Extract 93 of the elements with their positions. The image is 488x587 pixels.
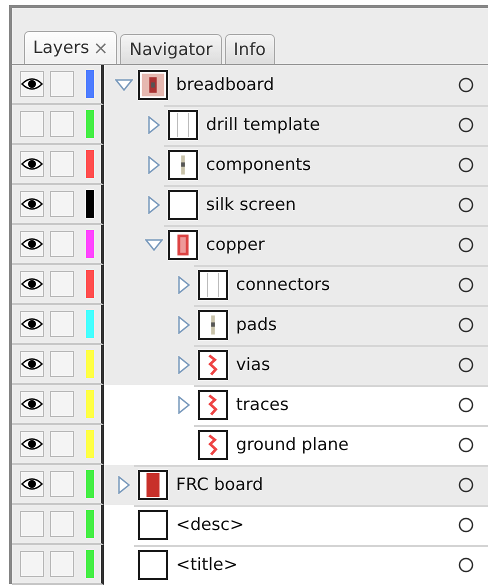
circle-icon[interactable] xyxy=(458,277,474,293)
collapsed-triangle-icon[interactable] xyxy=(178,316,190,334)
layer-thumbnail xyxy=(138,510,168,540)
layer-name: breadboard xyxy=(176,75,274,95)
lock-toggle[interactable] xyxy=(50,471,74,497)
layer-name: traces xyxy=(236,395,289,415)
eye-icon xyxy=(21,77,43,91)
layer-name: connectors xyxy=(236,275,330,295)
visibility-toggle[interactable] xyxy=(20,551,44,577)
eye-icon xyxy=(21,357,43,371)
collapsed-triangle-icon[interactable] xyxy=(178,396,190,414)
circle-icon[interactable] xyxy=(458,437,474,453)
circle-icon[interactable] xyxy=(458,317,474,333)
circle-icon[interactable] xyxy=(458,517,474,533)
layer-row[interactable]: <desc> xyxy=(104,505,488,545)
circle-icon[interactable] xyxy=(458,197,474,213)
lock-toggle[interactable] xyxy=(50,431,74,457)
visibility-toggle[interactable] xyxy=(20,471,44,497)
layer-thumbnail xyxy=(198,390,228,420)
visibility-toggle[interactable] xyxy=(20,271,44,297)
collapsed-triangle-icon[interactable] xyxy=(118,476,130,494)
visibility-toggle[interactable] xyxy=(20,431,44,457)
collapsed-triangle-icon[interactable] xyxy=(178,276,190,294)
circle-icon[interactable] xyxy=(458,117,474,133)
layer-name: <title> xyxy=(176,555,238,575)
layer-name: <desc> xyxy=(176,515,244,535)
circle-icon[interactable] xyxy=(458,477,474,493)
close-icon[interactable]: × xyxy=(93,38,108,58)
panel-tab[interactable]: Navigator xyxy=(120,34,222,64)
visibility-toggle[interactable] xyxy=(20,231,44,257)
eye-icon xyxy=(21,197,43,211)
panel-tab[interactable]: Layers × xyxy=(24,31,118,64)
layer-thumbnail xyxy=(198,270,228,300)
lock-toggle[interactable] xyxy=(50,511,74,537)
lock-toggle[interactable] xyxy=(50,231,74,257)
eye-icon xyxy=(21,157,43,171)
lock-toggle[interactable] xyxy=(50,351,74,377)
layer-thumbnail xyxy=(138,70,168,100)
lock-toggle[interactable] xyxy=(50,191,74,217)
eye-icon xyxy=(21,477,43,491)
panel-tab[interactable]: Info xyxy=(224,34,275,64)
lock-toggle[interactable] xyxy=(50,551,74,577)
circle-icon[interactable] xyxy=(458,357,474,373)
visibility-toggle[interactable] xyxy=(20,151,44,177)
layer-thumbnail xyxy=(138,550,168,580)
collapsed-triangle-icon[interactable] xyxy=(178,356,190,374)
layer-name: ground plane xyxy=(236,435,349,455)
circle-icon[interactable] xyxy=(458,157,474,173)
circle-icon[interactable] xyxy=(458,557,474,573)
layer-row[interactable]: traces xyxy=(104,385,488,425)
visibility-toggle[interactable] xyxy=(20,111,44,137)
circle-icon[interactable] xyxy=(458,397,474,413)
circle-icon[interactable] xyxy=(458,77,474,93)
layer-thumbnail xyxy=(168,150,198,180)
layer-name: pads xyxy=(236,315,277,335)
layer-name: drill template xyxy=(206,115,320,135)
lock-toggle[interactable] xyxy=(50,71,74,97)
layer-name: vias xyxy=(236,355,270,375)
layer-thumbnail xyxy=(168,230,198,260)
visibility-toggle[interactable] xyxy=(20,191,44,217)
lock-toggle[interactable] xyxy=(50,391,74,417)
layer-name: copper xyxy=(206,235,265,255)
expanded-triangle-icon[interactable] xyxy=(145,239,163,251)
layer-thumbnail xyxy=(198,310,228,340)
lock-toggle[interactable] xyxy=(50,271,74,297)
layer-thumbnail xyxy=(198,430,228,460)
collapsed-triangle-icon[interactable] xyxy=(148,156,160,174)
layer-thumbnail xyxy=(138,470,168,500)
circle-icon[interactable] xyxy=(458,237,474,253)
layer-thumbnail xyxy=(168,110,198,140)
eye-icon xyxy=(21,437,43,451)
collapsed-triangle-icon[interactable] xyxy=(148,116,160,134)
eye-icon xyxy=(21,277,43,291)
visibility-toggle[interactable] xyxy=(20,391,44,417)
lock-toggle[interactable] xyxy=(50,311,74,337)
visibility-toggle[interactable] xyxy=(20,311,44,337)
visibility-toggle[interactable] xyxy=(20,511,44,537)
eye-icon xyxy=(21,317,43,331)
layer-row[interactable]: ground plane xyxy=(104,425,488,465)
layer-name: silk screen xyxy=(206,195,296,215)
expanded-triangle-icon[interactable] xyxy=(115,79,133,91)
lock-toggle[interactable] xyxy=(50,111,74,137)
layer-thumbnail xyxy=(198,350,228,380)
layer-thumbnail xyxy=(168,190,198,220)
layer-row[interactable]: <title> xyxy=(104,545,488,585)
eye-icon xyxy=(21,237,43,251)
lock-toggle[interactable] xyxy=(50,151,74,177)
collapsed-triangle-icon[interactable] xyxy=(148,196,160,214)
visibility-toggle[interactable] xyxy=(20,71,44,97)
layer-name: FRC board xyxy=(176,475,264,495)
visibility-toggle[interactable] xyxy=(20,351,44,377)
eye-icon xyxy=(21,397,43,411)
layer-name: components xyxy=(206,155,312,175)
